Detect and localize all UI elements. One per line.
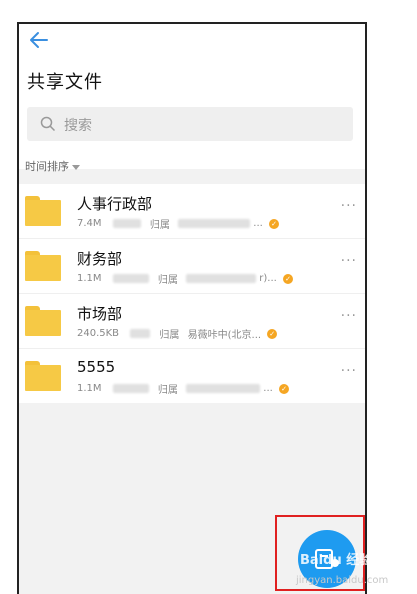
file-name: 人事行政部 [77, 195, 153, 213]
file-name: 财务部 [77, 250, 123, 268]
verified-badge-icon: ✓ [267, 328, 278, 339]
folder-icon [25, 196, 61, 226]
sort-label: 时间排序 [25, 160, 69, 173]
redacted-text [130, 329, 151, 338]
watermark-url: jingyan.baidu.com [296, 575, 389, 586]
search-placeholder: 搜索 [64, 118, 92, 134]
verified-badge-icon: ✓ [269, 218, 280, 229]
phone-screen: 共享文件 搜索 时间排序 人事行政部 7.4M 归属 ... ✓ ··· 财务部… [17, 22, 367, 594]
sort-dropdown[interactable]: 时间排序 [25, 158, 80, 174]
owner-suffix: r)... [259, 273, 277, 284]
folder-icon [25, 306, 61, 336]
file-size: 1.1M [77, 383, 102, 394]
file-meta: 7.4M 归属 ... ✓ [77, 216, 280, 231]
owner-label: 归属 [157, 275, 178, 286]
list-item[interactable]: 人事行政部 7.4M 归属 ... ✓ ··· [19, 184, 365, 239]
owner-label: 归属 [157, 385, 178, 396]
caret-down-icon [72, 164, 80, 170]
file-name: 市场部 [77, 305, 123, 323]
list-item[interactable]: 财务部 1.1M 归属 r)... ✓ ··· [19, 239, 365, 294]
watermark-logo: Baidu 经验 [300, 553, 373, 568]
more-options-icon[interactable]: ··· [341, 198, 357, 214]
back-arrow-icon[interactable] [27, 28, 51, 52]
file-name: 5555 [77, 358, 116, 376]
redacted-text [112, 384, 149, 393]
owner-label: 归属 [149, 220, 170, 231]
owner-suffix: 易薇咔中(北京... [187, 330, 262, 341]
verified-badge-icon: ✓ [283, 273, 294, 284]
list-item[interactable]: 5555 1.1M 归属 ... ✓ ··· [19, 349, 365, 403]
more-options-icon[interactable]: ··· [341, 363, 357, 379]
redacted-owner [186, 384, 261, 393]
file-meta: 240.5KB 归属 易薇咔中(北京... ✓ [77, 326, 278, 341]
file-size: 1.1M [77, 273, 102, 284]
file-meta: 1.1M 归属 ... ✓ [77, 381, 290, 396]
search-icon [40, 116, 56, 132]
search-input[interactable]: 搜索 [27, 107, 353, 141]
file-meta: 1.1M 归属 r)... ✓ [77, 271, 294, 286]
owner-suffix: ... [253, 218, 263, 229]
more-options-icon[interactable]: ··· [341, 308, 357, 324]
owner-suffix: ... [263, 383, 273, 394]
file-size: 240.5KB [77, 328, 120, 339]
owner-label: 归属 [159, 330, 180, 341]
page-title: 共享文件 [27, 72, 103, 93]
folder-icon [25, 361, 61, 391]
folder-icon [25, 251, 61, 281]
list-item[interactable]: 市场部 240.5KB 归属 易薇咔中(北京... ✓ ··· [19, 294, 365, 349]
header: 共享文件 搜索 时间排序 [19, 24, 365, 173]
file-list: 人事行政部 7.4M 归属 ... ✓ ··· 财务部 1.1M 归属 r)..… [19, 184, 365, 403]
redacted-owner [178, 219, 251, 228]
redacted-text [112, 274, 149, 283]
redacted-text [112, 219, 141, 228]
redacted-owner [186, 274, 257, 283]
more-options-icon[interactable]: ··· [341, 253, 357, 269]
file-size: 7.4M [77, 218, 102, 229]
verified-badge-icon: ✓ [279, 383, 290, 394]
